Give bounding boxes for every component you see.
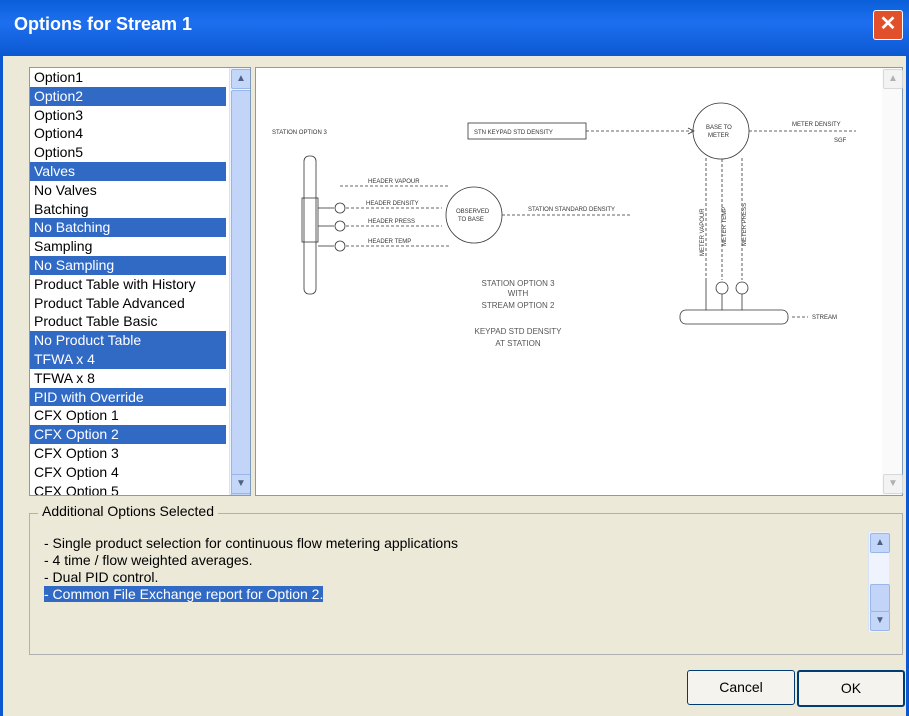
list-item[interactable]: Option5 xyxy=(30,143,226,162)
additional-option-text: - Dual PID control. xyxy=(44,569,159,585)
list-item[interactable]: Batching xyxy=(30,200,226,219)
diagram-caption-line: STATION OPTION 3 xyxy=(481,279,555,288)
additional-options-list[interactable]: - Single product selection for continuou… xyxy=(44,535,458,603)
diagram-caption-line: KEYPAD STD DENSITY xyxy=(475,327,563,336)
scroll-thumb[interactable] xyxy=(870,584,890,612)
diagram-to-base: TO BASE xyxy=(458,217,484,223)
list-item[interactable]: Option2 xyxy=(30,86,226,106)
diagram-sg: SGF xyxy=(834,138,847,144)
list-item[interactable]: No Sampling xyxy=(30,255,226,275)
list-item[interactable]: TFWA x 4 xyxy=(30,349,226,369)
additional-option-text: - Common File Exchange report for Option… xyxy=(44,586,324,602)
scroll-down-icon[interactable]: ▼ xyxy=(231,474,250,494)
list-item[interactable]: No Product Table xyxy=(30,331,226,350)
scroll-thumb[interactable] xyxy=(231,90,250,495)
scroll-up-icon[interactable]: ▲ xyxy=(870,533,890,553)
title-bar[interactable]: Options for Stream 1 ✕ xyxy=(0,0,909,56)
observed-to-base-circle xyxy=(445,186,503,244)
diagram-header-temp: HEADER TEMP xyxy=(368,239,411,245)
scroll-down-icon[interactable]: ▼ xyxy=(883,474,903,494)
additional-option-text: - Single product selection for continuou… xyxy=(44,535,459,551)
list-item[interactable]: Sampling xyxy=(30,237,226,256)
list-item[interactable]: Option3 xyxy=(30,106,226,125)
list-item[interactable]: CFX Option 2 xyxy=(30,425,226,444)
list-item[interactable]: Option1 xyxy=(30,68,226,87)
cancel-button[interactable]: Cancel xyxy=(687,670,795,705)
diagram-meter-density: METER DENSITY xyxy=(792,122,841,128)
diagram-meter-vapour: METER VAPOUR xyxy=(700,208,706,256)
base-to-meter-circle xyxy=(692,102,750,160)
diagram-meter-press: METER PRESS xyxy=(742,203,748,246)
diagram-base-to: BASE TO xyxy=(706,125,732,131)
diagram-meter: METER xyxy=(708,133,730,139)
diagram-panel: STATION OPTION 3 STN KEYPAD STD DENSITY … xyxy=(255,67,903,496)
list-item[interactable]: TFWA x 8 xyxy=(30,369,226,388)
window-title: Options for Stream 1 xyxy=(14,14,193,34)
list-item[interactable]: No Batching xyxy=(30,218,226,238)
scroll-down-icon[interactable]: ▼ xyxy=(870,611,890,631)
close-button[interactable]: ✕ xyxy=(873,10,903,40)
diagram-caption-line: AT STATION xyxy=(495,339,540,348)
list-item[interactable]: PID with Override xyxy=(30,387,226,407)
diagram-header-press: HEADER PRESS xyxy=(368,219,415,225)
ok-button[interactable]: OK xyxy=(797,670,905,707)
scroll-up-icon[interactable]: ▲ xyxy=(231,69,250,89)
diagram-keypad-box-label: STN KEYPAD STD DENSITY xyxy=(474,130,553,136)
additional-options-label: Additional Options Selected xyxy=(38,503,218,519)
additional-option-line: - 4 time / flow weighted averages. xyxy=(44,552,458,569)
diagram-caption-line: STREAM OPTION 2 xyxy=(482,301,555,310)
diagram-caption-line: WITH xyxy=(508,289,529,298)
additional-option-line: - Dual PID control. xyxy=(44,569,458,586)
options-list: Option1 Option2 Option3 Option4 Option5 Valve… xyxy=(30,68,226,495)
diagram-scrollbar[interactable]: ▲ ▼ xyxy=(882,68,903,495)
list-item[interactable]: Option4 xyxy=(30,124,226,143)
list-item[interactable]: Product Table Advanced xyxy=(30,294,226,313)
additional-option-line: - Single product selection for continuou… xyxy=(44,535,458,552)
list-item[interactable]: Valves xyxy=(30,161,226,181)
list-item[interactable]: Product Table with History xyxy=(30,275,226,294)
list-item[interactable]: Product Table Basic xyxy=(30,312,226,331)
scroll-up-icon[interactable]: ▲ xyxy=(883,69,903,89)
additional-options-scrollbar[interactable]: ▲ ▼ xyxy=(868,532,890,632)
list-item[interactable]: CFX Option 3 xyxy=(30,444,226,463)
diagram-station-option: STATION OPTION 3 xyxy=(272,130,327,136)
diagram-station-std-density: STATION STANDARD DENSITY xyxy=(528,207,615,213)
diagram-meter-temp: METER TEMP xyxy=(722,207,728,246)
options-dialog: Options for Stream 1 ✕ Option1 Option2 Opt… xyxy=(0,0,909,716)
station-diagram: STATION OPTION 3 STN KEYPAD STD DENSITY … xyxy=(272,102,856,348)
list-item[interactable]: CFX Option 1 xyxy=(30,406,226,425)
additional-option-text: - 4 time / flow weighted averages. xyxy=(44,552,253,568)
diagram-header-vapour: HEADER VAPOUR xyxy=(368,179,420,185)
list-item[interactable]: CFX Option 4 xyxy=(30,463,226,482)
additional-option-line: - Common File Exchange report for Option… xyxy=(44,586,458,603)
window-frame-left xyxy=(0,56,3,716)
list-item[interactable]: No Valves xyxy=(30,181,226,200)
options-listbox[interactable]: Option1 Option2 Option3 Option4 Option5 Valve… xyxy=(29,67,251,496)
diagram-stream: STREAM xyxy=(812,315,837,321)
options-list-scrollbar[interactable]: ▲ ▼ xyxy=(229,68,250,495)
diagram-header-density: HEADER DENSITY xyxy=(366,201,419,207)
list-item[interactable]: CFX Option 5 xyxy=(30,482,226,495)
diagram-observed: OBSERVED xyxy=(456,209,490,215)
